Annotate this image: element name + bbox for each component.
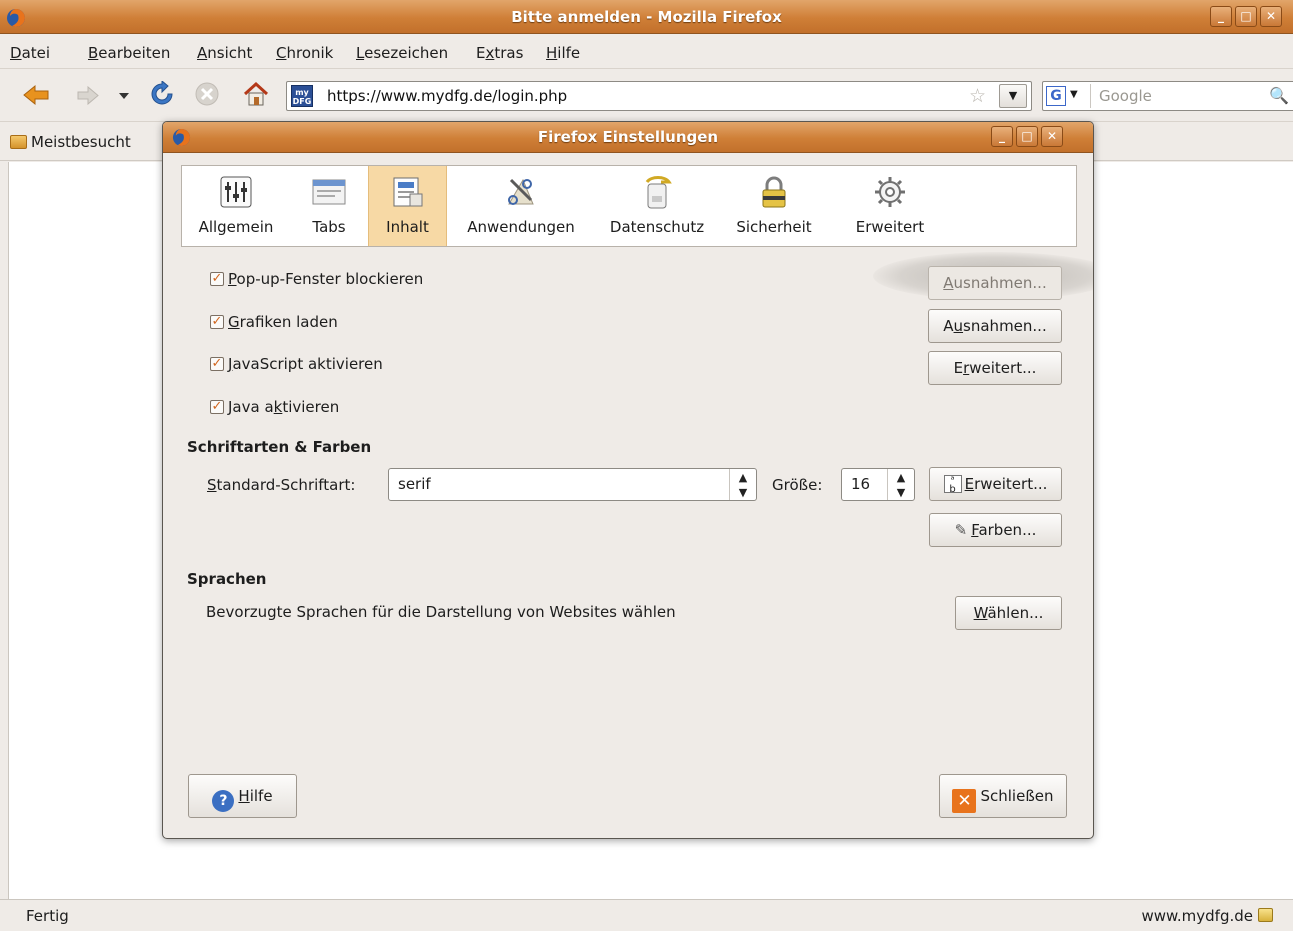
javascript-advanced-button[interactable]: Erweitert... — [928, 351, 1062, 385]
popup-block-label: Pop-up-Fenster blockieren — [228, 270, 424, 288]
applications-icon — [508, 178, 534, 205]
javascript-checkbox[interactable]: ✓ JavaScript aktivieren — [210, 355, 383, 373]
menu-hilfe[interactable]: Hilfe — [546, 44, 580, 62]
menu-lesezeichen[interactable]: Lesezeichen — [356, 44, 448, 62]
languages-heading: Sprachen — [187, 570, 267, 588]
dialog-window-controls: _ □ ✕ — [991, 126, 1063, 147]
search-icon[interactable]: 🔍 — [1269, 86, 1289, 105]
menu-chronik[interactable]: Chronik — [276, 44, 333, 62]
tab-erweitert[interactable]: Erweitert — [848, 166, 932, 246]
java-label: Java aktivieren — [228, 398, 340, 416]
menu-ansicht[interactable]: Ansicht — [197, 44, 252, 62]
search-engine-icon[interactable]: G — [1046, 86, 1066, 106]
menu-bearbeiten[interactable]: Bearbeiten — [88, 44, 170, 62]
colors-button[interactable]: ✎ Farben... — [929, 513, 1062, 547]
search-bar[interactable]: G ▼ Google 🔍 — [1042, 81, 1293, 111]
menu-datei[interactable]: Datei — [10, 44, 50, 62]
reload-icon[interactable] — [149, 81, 175, 107]
search-placeholder[interactable]: Google — [1099, 87, 1152, 105]
eyedropper-icon: ✎ — [954, 521, 968, 539]
status-text: Fertig — [26, 907, 69, 925]
history-dropdown-icon[interactable] — [118, 92, 130, 100]
site-favicon: my DFG — [291, 85, 313, 107]
bookmark-star-icon[interactable]: ☆ — [969, 85, 986, 107]
window-titlebar: Bitte anmelden - Mozilla Firefox _ □ ✕ — [0, 0, 1293, 34]
dialog-title: Firefox Einstellungen — [537, 128, 719, 146]
forward-icon[interactable] — [76, 86, 100, 105]
close-dialog-button[interactable]: ✕ Schließen — [939, 774, 1067, 818]
checkbox-checked[interactable]: ✓ — [210, 357, 224, 371]
help-icon: ? — [212, 790, 235, 812]
tab-datenschutz[interactable]: Datenschutz — [598, 166, 716, 246]
choose-languages-button[interactable]: Wählen... — [955, 596, 1062, 630]
popup-block-checkbox[interactable]: ✓ Pop-up-Fenster blockieren — [210, 270, 423, 288]
back-icon[interactable] — [22, 84, 50, 106]
url-text[interactable]: https://www.mydfg.de/login.php — [327, 87, 567, 105]
window-title: Bitte anmelden - Mozilla Firefox — [511, 8, 782, 26]
checkbox-checked[interactable]: ✓ — [210, 272, 224, 286]
menubar: Datei Bearbeiten Ansicht Chronik Lesezei… — [0, 35, 1293, 69]
size-label: Größe: — [772, 476, 823, 494]
load-images-label: Grafiken laden — [228, 313, 338, 331]
status-bar: Fertig www.mydfg.de — [0, 899, 1293, 931]
folder-icon — [10, 135, 27, 149]
maximize-button[interactable]: □ — [1235, 6, 1257, 27]
tabs-icon — [312, 179, 346, 205]
advanced-gear-icon — [875, 177, 905, 207]
checkbox-checked[interactable]: ✓ — [210, 315, 224, 329]
preferences-dialog: Firefox Einstellungen _ □ ✕ Allgemein Ta… — [162, 121, 1094, 839]
tab-inhalt[interactable]: Inhalt — [368, 166, 447, 246]
lock-icon[interactable] — [1258, 908, 1273, 922]
checkbox-checked[interactable]: ✓ — [210, 400, 224, 414]
tab-sicherheit[interactable]: Sicherheit — [728, 166, 820, 246]
url-dropdown-button[interactable]: ▼ — [999, 84, 1027, 108]
close-window-button[interactable]: ✕ — [1260, 6, 1282, 27]
security-lock-icon — [762, 176, 786, 208]
dialog-close-button[interactable]: ✕ — [1041, 126, 1063, 147]
chevron-updown-icon: ▲ ▼ — [887, 469, 914, 500]
default-font-select[interactable]: serif ▲ ▼ — [388, 468, 757, 501]
javascript-label: JavaScript aktivieren — [228, 355, 383, 373]
minimize-button[interactable]: _ — [1210, 6, 1232, 27]
font-ab-icon: ᵃb — [943, 475, 962, 495]
general-settings-icon — [220, 176, 252, 208]
dialog-maximize-button[interactable]: □ — [1016, 126, 1038, 147]
preferences-pane-bar: Allgemein Tabs Inhalt Anwendungen Datens… — [181, 165, 1077, 247]
tab-tabs[interactable]: Tabs — [296, 166, 362, 246]
stop-icon[interactable] — [194, 81, 220, 107]
help-button[interactable]: ? Hilfe — [188, 774, 297, 818]
search-engine-dropdown-icon[interactable]: ▼ — [1070, 89, 1078, 100]
dialog-minimize-button[interactable]: _ — [991, 126, 1013, 147]
tab-allgemein[interactable]: Allgemein — [186, 166, 286, 246]
url-bar[interactable]: my DFG https://www.mydfg.de/login.php ☆ … — [286, 81, 1032, 111]
languages-description: Bevorzugte Sprachen für die Darstellung … — [206, 603, 676, 621]
images-exceptions-button[interactable]: Ausnahmen... — [928, 309, 1062, 343]
status-host: www.mydfg.de — [1141, 907, 1253, 925]
chevron-updown-icon: ▲ ▼ — [729, 469, 756, 500]
bookmark-most-visited[interactable]: Meistbesucht — [10, 133, 131, 151]
java-checkbox[interactable]: ✓ Java aktivieren — [210, 398, 339, 416]
content-icon — [393, 177, 422, 207]
load-images-checkbox[interactable]: ✓ Grafiken laden — [210, 313, 338, 331]
fonts-heading: Schriftarten & Farben — [187, 438, 372, 456]
privacy-icon — [645, 176, 672, 209]
tab-anwendungen[interactable]: Anwendungen — [458, 166, 584, 246]
window-controls: _ □ ✕ — [1210, 6, 1282, 27]
popup-exceptions-button[interactable]: Ausnahmen... — [928, 266, 1062, 300]
default-font-label: Standard-Schriftart: — [207, 476, 356, 494]
close-x-icon: ✕ — [952, 789, 977, 813]
menu-extras[interactable]: Extras — [476, 44, 523, 62]
navigation-toolbar: my DFG https://www.mydfg.de/login.php ☆ … — [0, 70, 1293, 122]
dialog-titlebar: Firefox Einstellungen _ □ ✕ — [163, 122, 1093, 153]
font-advanced-button[interactable]: ᵃ b Erweitert... — [929, 467, 1062, 501]
home-icon[interactable] — [242, 81, 270, 107]
font-size-select[interactable]: 16 ▲ ▼ — [841, 468, 915, 501]
